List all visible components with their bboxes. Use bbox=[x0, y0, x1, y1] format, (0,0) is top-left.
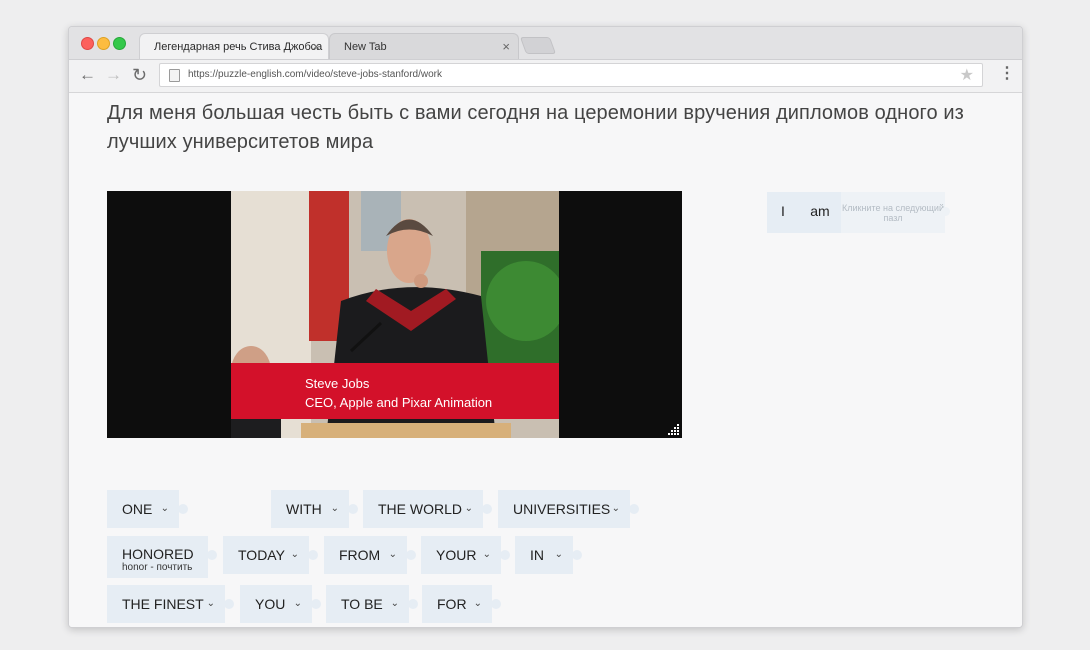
minimize-window-button[interactable] bbox=[97, 37, 110, 50]
browser-menu-icon[interactable]: ⋮ bbox=[999, 63, 1015, 85]
page-icon bbox=[169, 69, 180, 82]
piece-label: UNIVERSITIES bbox=[513, 501, 611, 517]
piece-label: YOU bbox=[255, 596, 286, 612]
chevron-down-icon: ⌄ bbox=[611, 503, 620, 514]
video-player[interactable]: Steve Jobs CEO, Apple and Pixar Animatio… bbox=[107, 191, 682, 438]
puzzle-piece-from[interactable]: FROM ⌄ bbox=[324, 536, 416, 574]
url-text[interactable]: https://puzzle-english.com/video/steve-j… bbox=[188, 64, 442, 86]
puzzle-knob bbox=[224, 599, 234, 609]
puzzle-knob bbox=[500, 550, 510, 560]
chevron-down-icon: ⌄ bbox=[390, 598, 399, 609]
puzzle-knob bbox=[408, 599, 418, 609]
new-tab-button[interactable] bbox=[519, 37, 557, 54]
reload-icon[interactable]: ↻ bbox=[132, 64, 147, 86]
puzzle-knob bbox=[491, 599, 501, 609]
chevron-down-icon: ⌄ bbox=[330, 503, 339, 514]
next-puzzle-hint: Кликните на следующий пазл bbox=[841, 192, 945, 233]
puzzle-piece-in[interactable]: IN ⌄ bbox=[515, 536, 582, 574]
piece-label: IN bbox=[530, 547, 544, 563]
chevron-down-icon: ⌄ bbox=[160, 503, 169, 514]
puzzle-knob bbox=[308, 550, 318, 560]
puzzle-knob bbox=[941, 207, 950, 216]
puzzle-piece-honored[interactable]: HONORED honor - почтить bbox=[107, 536, 217, 578]
puzzle-piece-one[interactable]: ONE ⌄ bbox=[107, 490, 188, 528]
close-tab-icon[interactable]: × bbox=[502, 34, 510, 59]
close-tab-icon[interactable]: × bbox=[312, 34, 320, 59]
piece-label: FOR bbox=[437, 596, 467, 612]
puzzle-knob bbox=[482, 504, 492, 514]
address-bar[interactable]: https://puzzle-english.com/video/steve-j… bbox=[159, 63, 983, 87]
piece-label: FROM bbox=[339, 547, 381, 563]
piece-label: TODAY bbox=[238, 547, 285, 563]
puzzle-knob bbox=[406, 550, 416, 560]
chevron-down-icon: ⌄ bbox=[482, 549, 491, 560]
maximize-window-button[interactable] bbox=[113, 37, 126, 50]
browser-toolbar: ← → ↻ https://puzzle-english.com/video/s… bbox=[69, 60, 1022, 93]
resize-grip-icon[interactable] bbox=[668, 424, 680, 436]
chevron-down-icon: ⌄ bbox=[464, 503, 473, 514]
video-caption-name: Steve Jobs bbox=[305, 376, 370, 391]
puzzle-knob bbox=[572, 550, 582, 560]
tab-title: Легендарная речь Стива Джобса bbox=[154, 41, 323, 53]
puzzle-piece-your[interactable]: YOUR ⌄ bbox=[421, 536, 510, 574]
piece-label: YOUR bbox=[436, 547, 477, 563]
bookmark-star-icon[interactable]: ★ bbox=[960, 65, 974, 87]
tab-title: New Tab bbox=[344, 41, 387, 53]
answer-word[interactable]: am bbox=[799, 192, 841, 233]
puzzle-piece-you[interactable]: YOU ⌄ bbox=[240, 585, 321, 623]
tab-strip: Легендарная речь Стива Джобса × New Tab … bbox=[69, 27, 1022, 60]
puzzle-knob bbox=[629, 504, 639, 514]
puzzle-knob bbox=[178, 504, 188, 514]
puzzle-piece-the-world[interactable]: THE WORLD ⌄ bbox=[363, 490, 492, 528]
puzzle-piece-with[interactable]: WITH ⌄ bbox=[271, 490, 358, 528]
piece-label: ONE bbox=[122, 501, 153, 517]
puzzle-knob bbox=[348, 504, 358, 514]
puzzle-piece-universities[interactable]: UNIVERSITIES ⌄ bbox=[498, 490, 639, 528]
puzzle-knob bbox=[207, 550, 217, 560]
chevron-down-icon: ⌄ bbox=[388, 549, 397, 560]
puzzle-piece-to-be[interactable]: TO BE ⌄ bbox=[326, 585, 418, 623]
piece-translation-hint: honor - почтить bbox=[122, 562, 193, 573]
puzzle-knob bbox=[311, 599, 321, 609]
page-content: Для меня большая честь быть с вами сегод… bbox=[69, 93, 1022, 627]
tab-new-tab[interactable]: New Tab × bbox=[329, 33, 519, 59]
chevron-down-icon: ⌄ bbox=[554, 549, 563, 560]
puzzle-piece-the-finest[interactable]: THE FINEST ⌄ bbox=[107, 585, 234, 623]
chevron-down-icon: ⌄ bbox=[290, 549, 299, 560]
tab-active[interactable]: Легендарная речь Стива Джобса × bbox=[139, 33, 329, 59]
sentence-translation: Для меня большая честь быть с вами сегод… bbox=[107, 102, 964, 153]
chevron-down-icon: ⌄ bbox=[473, 598, 482, 609]
answer-word[interactable]: I bbox=[767, 192, 799, 233]
chevron-down-icon: ⌄ bbox=[206, 598, 215, 609]
puzzle-piece-today[interactable]: TODAY ⌄ bbox=[223, 536, 318, 574]
close-window-button[interactable] bbox=[81, 37, 94, 50]
chevron-down-icon: ⌄ bbox=[293, 598, 302, 609]
forward-arrow-icon[interactable]: → bbox=[105, 64, 122, 86]
piece-label: HONORED bbox=[122, 546, 194, 562]
video-frame: Steve Jobs CEO, Apple and Pixar Animatio… bbox=[231, 191, 559, 438]
piece-label: TO BE bbox=[341, 596, 383, 612]
piece-label: THE WORLD bbox=[378, 501, 462, 517]
browser-window: Легендарная речь Стива Джобса × New Tab … bbox=[68, 26, 1023, 628]
puzzle-piece-for[interactable]: FOR ⌄ bbox=[422, 585, 501, 623]
piece-label: WITH bbox=[286, 501, 322, 517]
back-arrow-icon[interactable]: ← bbox=[79, 64, 96, 86]
video-caption-title: CEO, Apple and Pixar Animation bbox=[305, 395, 492, 410]
piece-label: THE FINEST bbox=[122, 596, 204, 612]
